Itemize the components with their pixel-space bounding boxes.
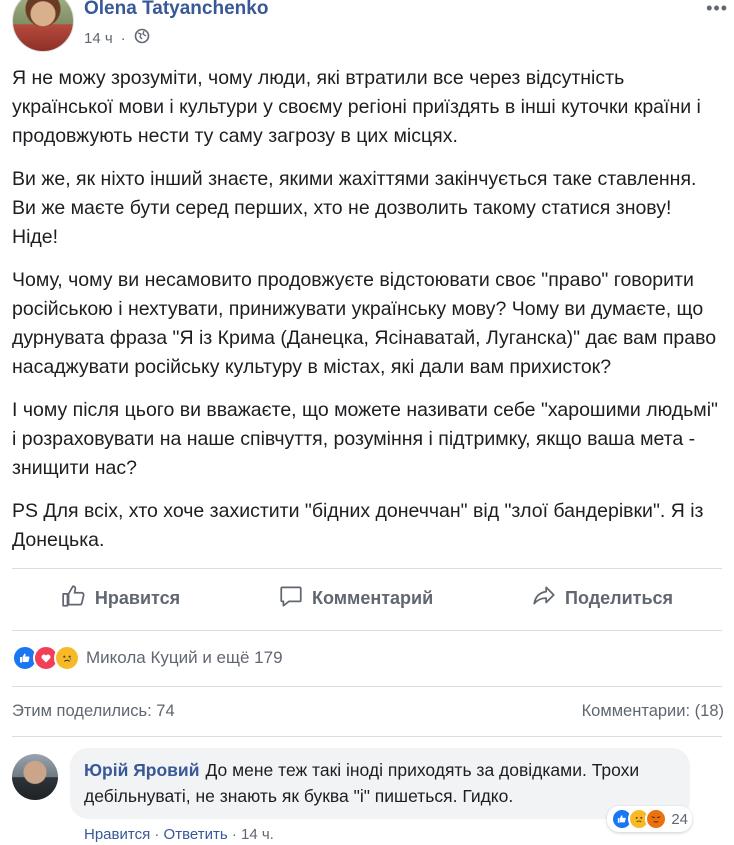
comment-bubble: Юрій Яровий До мене теж такі іноді приход… [70,748,690,819]
thumbs-up-icon [61,583,87,614]
post-paragraph: І чому після цього ви вважаєте, що может… [12,399,718,479]
angry-reaction-icon [645,808,668,830]
post-actions: Нравится Комментарий Поделиться [12,575,722,621]
divider [12,736,722,737]
post-paragraph: PS Для всіх, хто хоче захистити "бідних … [12,500,704,551]
author-avatar[interactable] [12,0,74,52]
share-icon [531,583,557,614]
share-label: Поделиться [565,587,674,608]
reactions-text: Микола Куций и ещё 179 [86,648,283,667]
comment-button[interactable]: Комментарий [278,583,433,614]
author-name[interactable]: Olena Tatyanchenko [84,0,268,20]
post-paragraph: Чому, чому ви несамовито продовжуєте від… [12,269,717,378]
globe-icon [134,28,150,48]
post-time[interactable]: 14 ч [84,30,113,47]
post-paragraph: Я не можу зрозуміти, чому люди, які втра… [12,67,701,147]
commenter-name[interactable]: Юрій Яровий [84,760,199,780]
divider [12,686,722,687]
post-stats: Этим поделились: 74 Комментарии: (18) [12,702,724,721]
comment-time[interactable]: 14 ч. [241,826,274,843]
post-meta: 14 ч · [84,28,150,48]
comment-label: Комментарий [311,587,434,608]
divider [12,568,722,569]
comment-meta: Нравится · Ответить · 14 ч. [84,826,274,843]
shares-count[interactable]: Этим поделились: 74 [12,702,175,721]
reactions-summary[interactable]: Микола Куций и ещё 179 [12,645,283,671]
divider [12,630,722,631]
comments-count[interactable]: Комментарии: (18) [582,702,724,721]
more-options-icon[interactable]: ••• [706,0,728,19]
comment-reaction-count: 24 [671,810,688,828]
sad-reaction-icon [54,645,80,671]
share-button[interactable]: Поделиться [531,583,673,614]
comment-reactions[interactable]: 24 [607,806,692,832]
comment-reply-link[interactable]: Ответить [164,826,228,843]
comment-like-link[interactable]: Нравится [84,826,150,843]
post-paragraph: Ви же, як ніхто інший знаєте, якими жахі… [12,168,697,248]
like-button[interactable]: Нравится [61,583,180,614]
like-label: Нравится [94,587,181,608]
comment-icon [278,583,304,614]
commenter-avatar[interactable] [12,754,58,800]
post-text: Я не можу зрозуміти, чому люди, які втра… [12,64,722,569]
post-header: Olena Tatyanchenko 14 ч · ••• [12,0,732,56]
